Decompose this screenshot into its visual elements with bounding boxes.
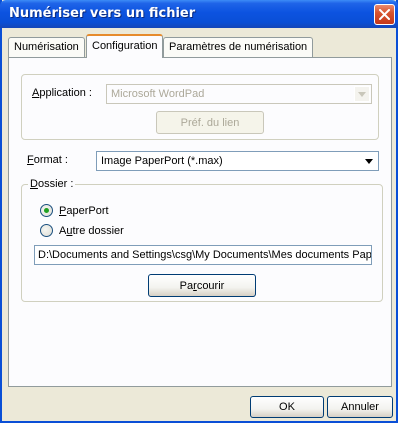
window-title: Numériser vers un fichier [9, 6, 196, 21]
cancel-label: Annuler [341, 401, 379, 413]
chevron-down-icon [361, 153, 377, 169]
link-preferences-label: Préf. du lien [180, 116, 240, 129]
radio-paperport[interactable]: PaperPort [40, 204, 109, 217]
tab-numerisation[interactable]: Numérisation [8, 37, 85, 57]
folder-path-value: D:\Documents and Settings\csg\My Documen… [38, 249, 372, 261]
radio-button[interactable] [40, 204, 53, 217]
format-select[interactable]: Image PaperPort (*.max) [96, 151, 379, 171]
close-icon [379, 9, 390, 20]
browse-button[interactable]: Parcourir [148, 274, 256, 297]
tab-panel-configuration: Application : Microsoft WordPad Préf. du… [8, 57, 392, 387]
tab-parametres-numerisation[interactable]: Paramètres de numérisation [163, 37, 314, 57]
chevron-down-icon [354, 86, 370, 102]
tab-label: Numérisation [14, 41, 79, 53]
radio-button[interactable] [40, 224, 53, 237]
ok-label: OK [279, 401, 295, 413]
folder-legend: Dossier : [28, 178, 76, 190]
tab-configuration[interactable]: Configuration [86, 34, 164, 58]
format-label: Format : [27, 154, 68, 166]
radio-other-folder-label: Autre dossier [59, 224, 124, 237]
cancel-button[interactable]: Annuler [327, 396, 393, 418]
tab-label: Paramètres de numérisation [169, 41, 308, 53]
radio-other-folder[interactable]: Autre dossier [40, 224, 124, 237]
application-select[interactable]: Microsoft WordPad [106, 84, 372, 104]
format-select-value: Image PaperPort (*.max) [101, 155, 223, 167]
application-group: Application : Microsoft WordPad Préf. du… [21, 74, 379, 140]
browse-label: Parcourir [179, 279, 225, 292]
close-button[interactable] [374, 4, 395, 25]
dialog-window: Numériser vers un fichier Numérisation C… [0, 0, 398, 423]
tab-strip: Numérisation Configuration Paramètres de… [6, 32, 394, 58]
link-preferences-button[interactable]: Préf. du lien [156, 111, 264, 134]
application-select-value: Microsoft WordPad [111, 88, 205, 100]
folder-path-input[interactable]: D:\Documents and Settings\csg\My Documen… [34, 245, 372, 265]
ok-button[interactable]: OK [250, 396, 324, 418]
radio-paperport-label: PaperPort [59, 204, 109, 217]
tab-label: Configuration [92, 40, 158, 52]
application-label: Application : [32, 87, 92, 99]
title-bar[interactable]: Numériser vers un fichier [0, 0, 398, 28]
folder-group: Dossier : PaperPort Autre dossier D:\Doc… [21, 178, 383, 302]
